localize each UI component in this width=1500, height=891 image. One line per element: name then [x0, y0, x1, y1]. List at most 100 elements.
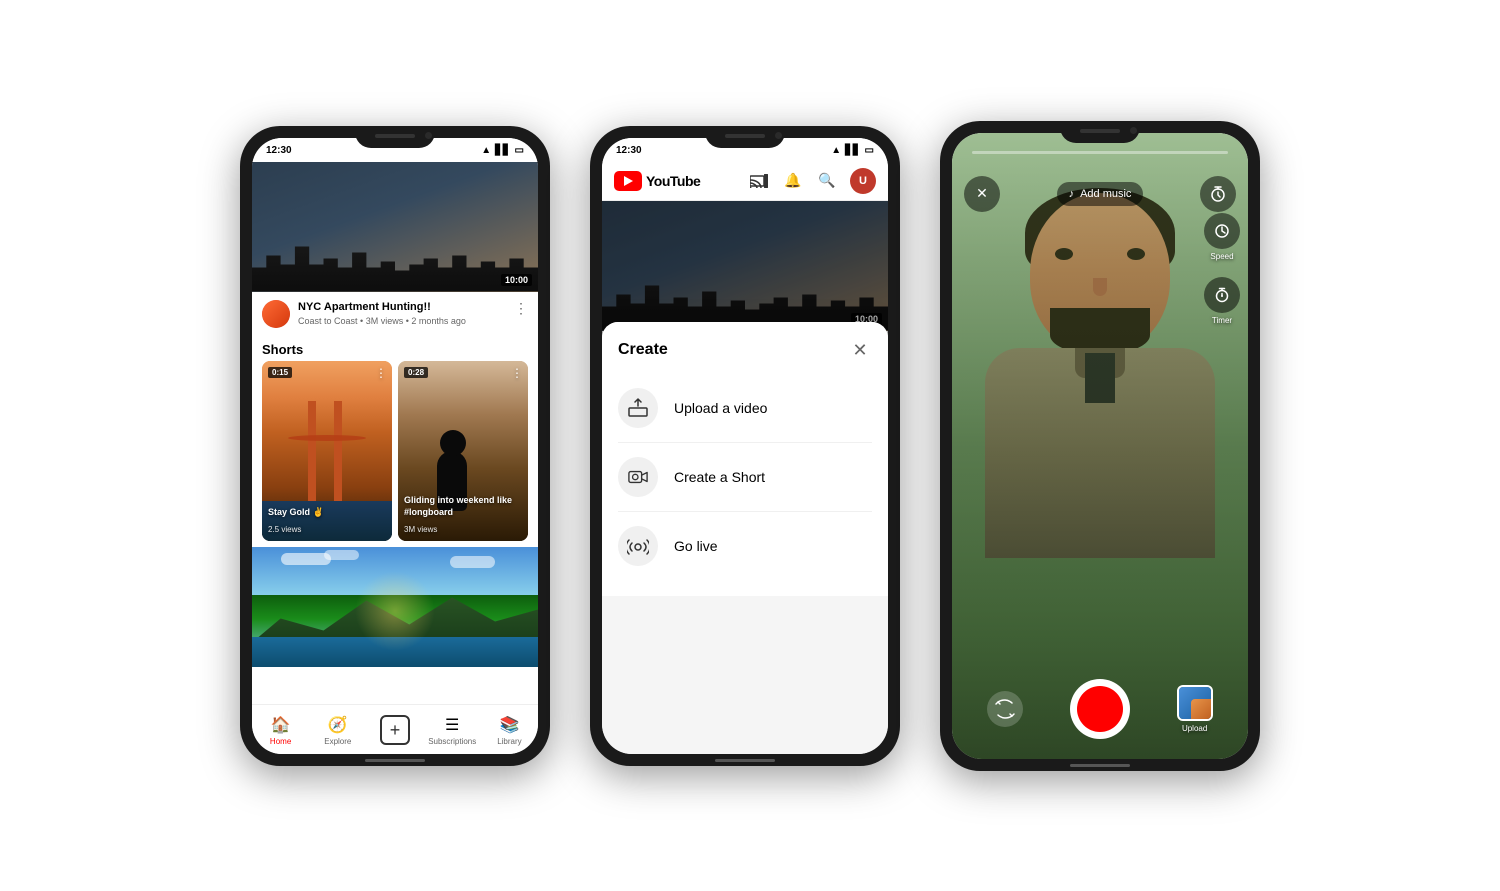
- phone-2: 12:30 ▲ ▋▋ ▭ YouTube: [590, 126, 900, 766]
- status-time-2: 12:30: [616, 145, 642, 156]
- upload-button[interactable]: Upload: [1177, 685, 1213, 733]
- create-dialog-title: Create: [618, 341, 668, 359]
- person-beard: [1050, 308, 1150, 353]
- upload-video-item[interactable]: Upload a video: [618, 374, 872, 443]
- create-short-label: Create a Short: [674, 469, 765, 485]
- user-avatar-2[interactable]: U: [850, 168, 876, 194]
- short-title-2: Gliding into weekend like #longboard: [404, 495, 522, 518]
- create-dialog-overlay: Create ✕ Upload a video: [602, 322, 888, 753]
- camera-right-controls: Speed Timer: [1204, 213, 1240, 325]
- youtube-logo-icon-2: [614, 171, 642, 191]
- cast-icon-2[interactable]: [748, 170, 770, 192]
- bell-icon-2[interactable]: 🔔: [782, 170, 804, 192]
- subscriptions-icon: ☰: [445, 715, 459, 735]
- short-duration-2: 0:28: [404, 367, 428, 378]
- phone-home-bar-1: [365, 759, 425, 762]
- home-icon: 🏠: [271, 715, 291, 735]
- nav-subs-1[interactable]: ☰ Subscriptions: [424, 715, 481, 746]
- phone-screen-3: ✕ ♪ Add music: [952, 133, 1248, 759]
- create-short-item[interactable]: Create a Short: [618, 443, 872, 512]
- timer-icon: [1204, 277, 1240, 313]
- short-more-2[interactable]: ⋮: [511, 366, 523, 380]
- status-icons-1: ▲ ▋▋ ▭: [481, 145, 524, 156]
- upload-thumbnail: [1177, 685, 1213, 721]
- phone-3: ✕ ♪ Add music: [940, 121, 1260, 771]
- battery-icon: ▭: [515, 145, 524, 156]
- speed-label: Speed: [1210, 252, 1233, 261]
- camera-bottom-controls: Upload: [952, 679, 1248, 739]
- create-close-button[interactable]: ✕: [848, 338, 872, 362]
- add-music-label: Add music: [1080, 188, 1131, 200]
- featured-video-thumb-2: 10:00: [602, 201, 888, 331]
- timer-circle-icon[interactable]: [1200, 176, 1236, 212]
- phone-camera-front-3: [1130, 127, 1137, 134]
- short-more-1[interactable]: ⋮: [375, 366, 387, 380]
- shorts-section-title-1: Shorts: [252, 336, 538, 361]
- short-card-2[interactable]: 0:28 ⋮ Gliding into weekend like #longbo…: [398, 361, 528, 541]
- landscape-thumb-1[interactable]: [252, 547, 538, 667]
- short-views-1: 2.5 views: [268, 525, 301, 534]
- short-views-2: 3M views: [404, 525, 437, 534]
- nav-explore-label-1: Explore: [324, 737, 351, 746]
- person-jacket: [985, 348, 1215, 558]
- youtube-header-2: YouTube 🔔 🔍 U: [602, 162, 888, 201]
- broadcast-icon: [618, 526, 658, 566]
- header-icons-2: 🔔 🔍 U: [748, 168, 876, 194]
- more-options-btn-1[interactable]: ⋮: [514, 300, 528, 317]
- short-duration-1: 0:15: [268, 367, 292, 378]
- video-meta-1: NYC Apartment Hunting!! Coast to Coast •…: [298, 300, 506, 326]
- upload-label: Upload: [1182, 724, 1207, 733]
- search-icon-2[interactable]: 🔍: [816, 170, 838, 192]
- phone-notch-3: [1060, 121, 1140, 143]
- flip-camera-button[interactable]: [987, 691, 1023, 727]
- phone-speaker-1: [375, 134, 415, 138]
- wifi-icon-2: ▲: [831, 145, 841, 156]
- youtube-logo-2: YouTube: [614, 171, 700, 191]
- battery-icon-2: ▭: [865, 145, 874, 156]
- library-icon: 📚: [499, 715, 519, 735]
- nav-explore-1[interactable]: 🧭 Explore: [309, 715, 366, 746]
- add-music-button[interactable]: ♪ Add music: [1057, 182, 1144, 206]
- go-live-label: Go live: [674, 538, 718, 554]
- status-icons-2: ▲ ▋▋ ▭: [831, 145, 874, 156]
- nav-library-1[interactable]: 📚 Library: [481, 715, 538, 746]
- signal-icon: ▋▋: [495, 145, 510, 156]
- close-camera-button[interactable]: ✕: [964, 176, 1000, 212]
- nav-subs-label-1: Subscriptions: [428, 737, 476, 746]
- short-title-1: Stay Gold ✌: [268, 507, 386, 519]
- youtube-logo-text-2: YouTube: [646, 173, 700, 189]
- camera-screen: ✕ ♪ Add music: [952, 133, 1248, 759]
- phone-notch-2: [705, 126, 785, 148]
- short-card-1[interactable]: 0:15 ⋮ Stay Gold ✌ 2.5 views: [262, 361, 392, 541]
- status-time-1: 12:30: [266, 145, 292, 156]
- video-sub-1: Coast to Coast • 3M views • 2 months ago: [298, 316, 506, 326]
- timer-control[interactable]: Timer: [1204, 277, 1240, 325]
- nav-home-1[interactable]: 🏠 Home: [252, 715, 309, 746]
- timer-label: Timer: [1212, 316, 1232, 325]
- video-title-1: NYC Apartment Hunting!!: [298, 300, 506, 314]
- video-info-1: NYC Apartment Hunting!! Coast to Coast •…: [252, 292, 538, 336]
- channel-avatar-1: [262, 300, 290, 328]
- nav-add-1[interactable]: +: [366, 715, 423, 745]
- nav-home-label-1: Home: [270, 737, 291, 746]
- bottom-nav-1: 🏠 Home 🧭 Explore + ☰ Subscriptions 📚 Lib…: [252, 704, 538, 754]
- wifi-icon: ▲: [481, 145, 491, 156]
- record-button[interactable]: [1070, 679, 1130, 739]
- phone-content-1: 10:00 NYC Apartment Hunting!! Coast to C…: [252, 162, 538, 704]
- phone-speaker-2: [725, 134, 765, 138]
- nav-library-label-1: Library: [497, 737, 521, 746]
- phone-notch-1: [355, 126, 435, 148]
- phone-speaker-3: [1080, 129, 1120, 133]
- upload-video-label: Upload a video: [674, 400, 767, 416]
- short-camera-icon: [618, 457, 658, 497]
- phone-camera-front-2: [775, 132, 782, 139]
- featured-duration-1: 10:00: [501, 274, 532, 286]
- speed-icon: [1204, 213, 1240, 249]
- go-live-item[interactable]: Go live: [618, 512, 872, 580]
- add-icon-1[interactable]: +: [380, 715, 410, 745]
- upload-icon: [618, 388, 658, 428]
- speed-control[interactable]: Speed: [1204, 213, 1240, 261]
- phone-screen-1: 12:30 ▲ ▋▋ ▭ YouTube: [252, 138, 538, 754]
- create-dialog-header: Create ✕: [618, 338, 872, 362]
- featured-video-thumb-1[interactable]: 10:00: [252, 162, 538, 292]
